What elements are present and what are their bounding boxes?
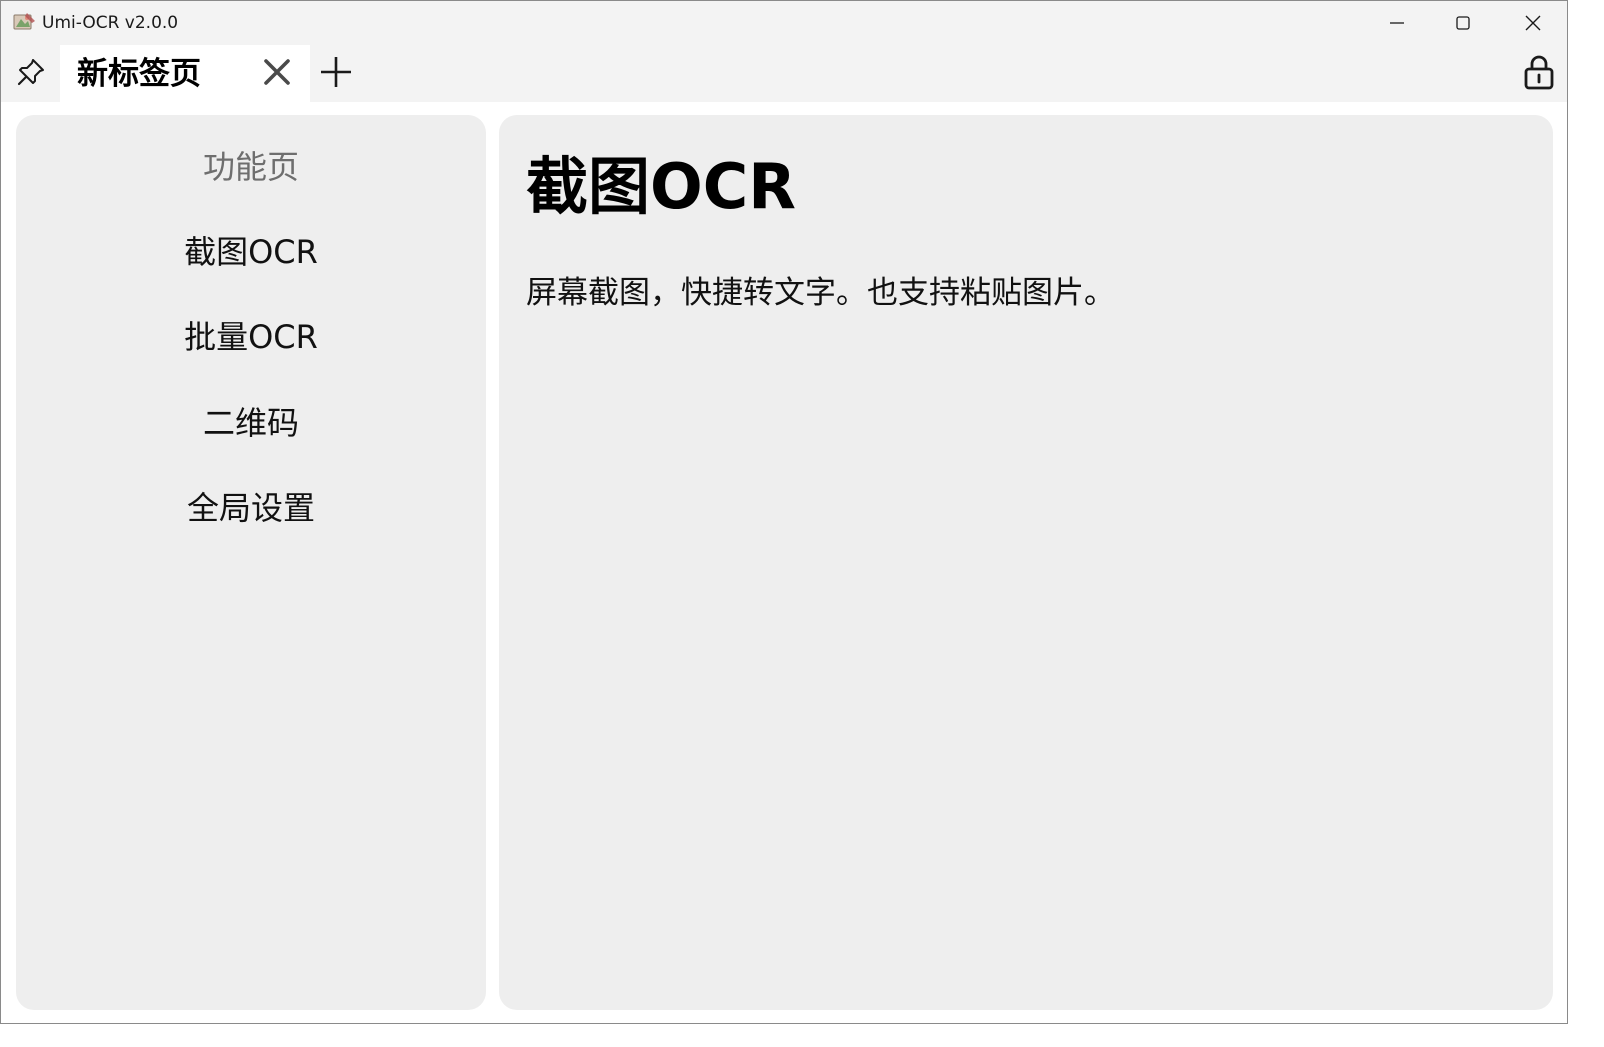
pin-icon [16,57,46,91]
sidebar-item-global-settings[interactable]: 全局设置 [16,478,486,538]
page-title: 截图OCR [526,150,796,223]
maximize-icon [1455,15,1471,31]
close-window-button[interactable] [1500,1,1566,45]
main-panel: 截图OCR 屏幕截图，快捷转文字。也支持粘贴图片。 [499,115,1553,1010]
add-tab-button[interactable] [315,53,357,95]
lock-icon [1523,54,1555,94]
pin-button[interactable] [3,45,59,102]
app-icon [13,11,37,33]
close-tab-button[interactable] [256,53,298,95]
sidebar-heading: 功能页 [202,148,299,186]
sidebar-item-batch-ocr[interactable]: 批量OCR [16,307,486,367]
close-icon [1525,15,1541,31]
sidebar-item-screenshot-ocr[interactable]: 截图OCR [16,222,486,282]
tab-label: 新标签页 [77,56,201,92]
plus-icon [319,55,353,93]
content-area: 功能页 截图OCR 批量OCR 二维码 全局设置 截图OCR 屏幕截图，快捷转文… [1,102,1567,1023]
close-tab-icon [264,59,290,89]
title-bar[interactable]: Umi-OCR v2.0.0 [1,1,1567,45]
minimize-button[interactable] [1364,1,1430,45]
sidebar-item-qrcode[interactable]: 二维码 [16,393,486,453]
app-window: Umi-OCR v2.0.0 新标签页 功能页 截图OCR 批量OCR 二维码 … [0,0,1568,1024]
minimize-icon [1389,15,1405,31]
page-description: 屏幕截图，快捷转文字。也支持粘贴图片。 [526,275,1115,311]
lock-button[interactable] [1513,47,1565,101]
tab-bar: 新标签页 [1,45,1567,102]
maximize-button[interactable] [1430,1,1496,45]
sidebar: 功能页 截图OCR 批量OCR 二维码 全局设置 [16,115,486,1010]
window-title: Umi-OCR v2.0.0 [42,13,179,33]
tab-new[interactable]: 新标签页 [60,45,310,102]
